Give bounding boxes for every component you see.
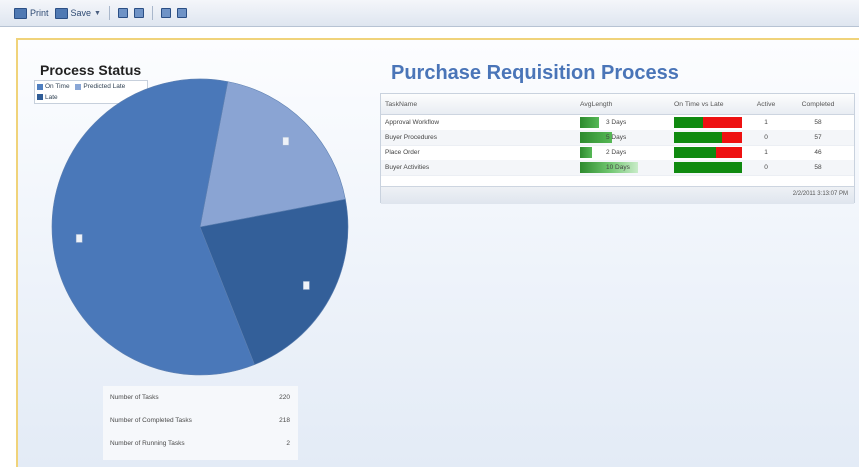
- column-header-active[interactable]: Active: [755, 94, 777, 114]
- table-row[interactable]: Buyer Activities 10 Days 0 58: [381, 160, 854, 176]
- ontime-segment: [674, 117, 703, 128]
- task-table: TaskName AvgLength On Time vs Late Activ…: [380, 93, 855, 204]
- ontime-vs-late-bar: [674, 147, 742, 158]
- avg-length-text: 5 Days: [606, 134, 627, 141]
- column-header-ontime[interactable]: On Time vs Late: [674, 94, 744, 114]
- avg-length-text: 10 Days: [606, 164, 630, 171]
- task-name: Place Order: [385, 149, 420, 156]
- pie-slice-label-marker: [75, 234, 83, 243]
- completed-count: 57: [814, 134, 822, 141]
- completed-count: 46: [814, 149, 822, 156]
- stat-value: 2: [286, 440, 290, 447]
- avg-length-cell: 5 Days: [580, 130, 660, 145]
- table-row[interactable]: Buyer Procedures 5 Days 0 57: [381, 130, 854, 146]
- ontime-cell: [674, 160, 744, 175]
- table-header: TaskName AvgLength On Time vs Late Activ…: [381, 94, 854, 115]
- ontime-vs-late-bar: [674, 132, 742, 143]
- ontime-segment: [674, 147, 717, 158]
- stat-value: 218: [279, 417, 290, 424]
- avg-length-text: 2 Days: [606, 149, 627, 156]
- late-segment: [716, 147, 742, 158]
- stat-row-total: Number of Tasks 220: [110, 394, 290, 401]
- stat-value: 220: [279, 394, 290, 401]
- completed-count: 58: [814, 164, 822, 171]
- avg-length-cell: 2 Days: [580, 145, 660, 160]
- late-segment: [721, 132, 742, 143]
- ontime-cell: [674, 130, 744, 145]
- ontime-cell: [674, 145, 744, 160]
- ontime-segment: [674, 162, 742, 173]
- task-stats-box: Number of Tasks 220 Number of Completed …: [103, 386, 298, 460]
- avg-length-text: 3 Days: [606, 119, 627, 126]
- stat-row-completed: Number of Completed Tasks 218: [110, 417, 290, 424]
- column-header-avglength[interactable]: AvgLength: [580, 94, 660, 114]
- completed-count: 58: [814, 119, 822, 126]
- stat-label: Number of Completed Tasks: [110, 417, 192, 424]
- column-header-completed[interactable]: Completed: [789, 94, 847, 114]
- avg-length-cell: 3 Days: [580, 115, 660, 130]
- avg-length-bar: [580, 117, 599, 128]
- active-count: 1: [764, 119, 768, 126]
- late-segment: [702, 117, 742, 128]
- table-row[interactable]: Place Order 2 Days 1 46: [381, 145, 854, 161]
- stat-label: Number of Tasks: [110, 394, 159, 401]
- avg-length-bar: [580, 147, 592, 158]
- ontime-vs-late-bar: [674, 117, 742, 128]
- table-row[interactable]: Approval Workflow 3 Days 1 58: [381, 115, 854, 131]
- stat-label: Number of Running Tasks: [110, 440, 185, 447]
- ontime-vs-late-bar: [674, 162, 742, 173]
- task-name: Buyer Activities: [385, 164, 430, 171]
- pie-slice-label-marker: [282, 136, 290, 146]
- table-footer: 2/2/2011 3:13:07 PM: [381, 186, 854, 204]
- active-count: 0: [764, 164, 768, 171]
- column-header-taskname[interactable]: TaskName: [385, 94, 575, 114]
- timestamp: 2/2/2011 3:13:07 PM: [792, 191, 848, 197]
- requisition-title: Purchase Requisition Process: [391, 62, 679, 84]
- active-count: 0: [764, 134, 768, 141]
- pie-slice-label-marker: [303, 281, 310, 290]
- avg-length-cell: 10 Days: [580, 160, 660, 175]
- task-name: Buyer Procedures: [385, 134, 438, 141]
- stat-row-running: Number of Running Tasks 2: [110, 440, 290, 447]
- ontime-segment: [674, 132, 722, 143]
- active-count: 1: [764, 149, 768, 156]
- task-name: Approval Workflow: [385, 119, 440, 126]
- ontime-cell: [674, 115, 744, 130]
